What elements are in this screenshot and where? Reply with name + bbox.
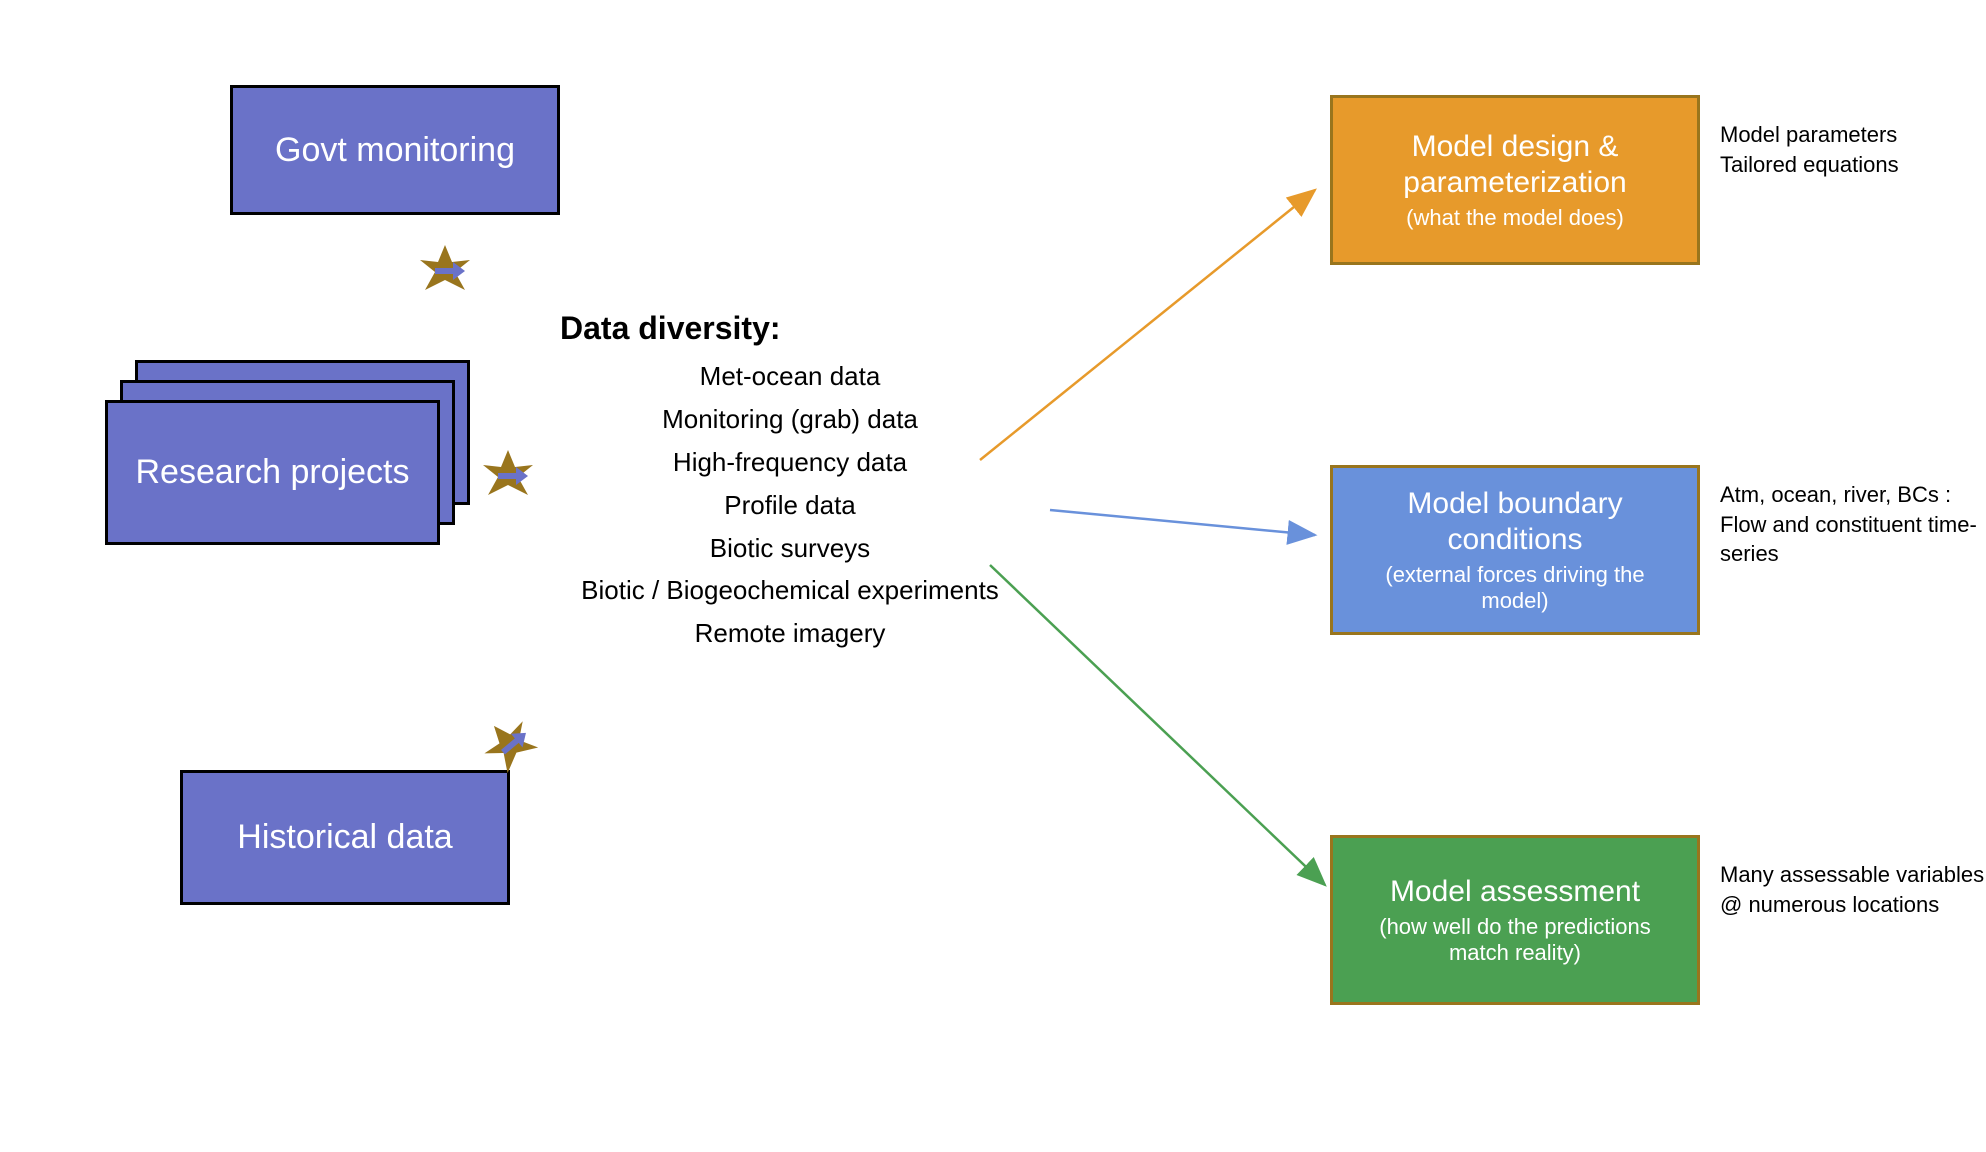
output-box-assessment: Model assessment (how well do the predic…	[1330, 835, 1700, 1005]
connector-arrow-green	[990, 555, 1340, 905]
source-label-historical: Historical data	[237, 818, 452, 857]
source-box-historical: Historical data	[180, 770, 510, 905]
output-subtitle-boundary: (external forces driving the model)	[1349, 562, 1681, 615]
output-title-assessment: Model assessment	[1390, 874, 1640, 910]
center-list-item: Biotic / Biogeochemical experiments	[540, 569, 1040, 612]
center-heading: Data diversity:	[560, 310, 781, 347]
center-list-item: Monitoring (grab) data	[540, 398, 1040, 441]
source-label-research: Research projects	[135, 453, 409, 492]
source-label-govt: Govt monitoring	[275, 131, 515, 170]
connector-arrow-blue	[1050, 500, 1330, 560]
annotation-boundary: Atm, ocean, river, BCs : Flow and consti…	[1720, 480, 1986, 569]
center-list: Met-ocean data Monitoring (grab) data Hi…	[540, 355, 1040, 655]
center-list-item: Profile data	[540, 484, 1040, 527]
source-box-research: Research projects	[105, 400, 440, 545]
center-list-item: High-frequency data	[540, 441, 1040, 484]
output-box-boundary: Model boundary conditions (external forc…	[1330, 465, 1700, 635]
center-list-item: Biotic surveys	[540, 527, 1040, 570]
output-subtitle-design: (what the model does)	[1406, 205, 1624, 231]
burst-arrow-icon	[415, 240, 475, 300]
output-subtitle-assessment: (how well do the predictions match reali…	[1349, 914, 1681, 967]
burst-arrow-icon	[478, 445, 538, 505]
source-box-govt: Govt monitoring	[230, 85, 560, 215]
center-list-item: Remote imagery	[540, 612, 1040, 655]
annotation-assessment: Many assessable variables @ numerous loc…	[1720, 860, 1986, 919]
connector-arrow-orange	[980, 180, 1330, 470]
output-title-design: Model design & parameterization	[1349, 129, 1681, 201]
output-title-boundary: Model boundary conditions	[1349, 486, 1681, 558]
annotation-design: Model parameters Tailored equations	[1720, 120, 1986, 179]
center-list-item: Met-ocean data	[540, 355, 1040, 398]
output-box-design: Model design & parameterization (what th…	[1330, 95, 1700, 265]
